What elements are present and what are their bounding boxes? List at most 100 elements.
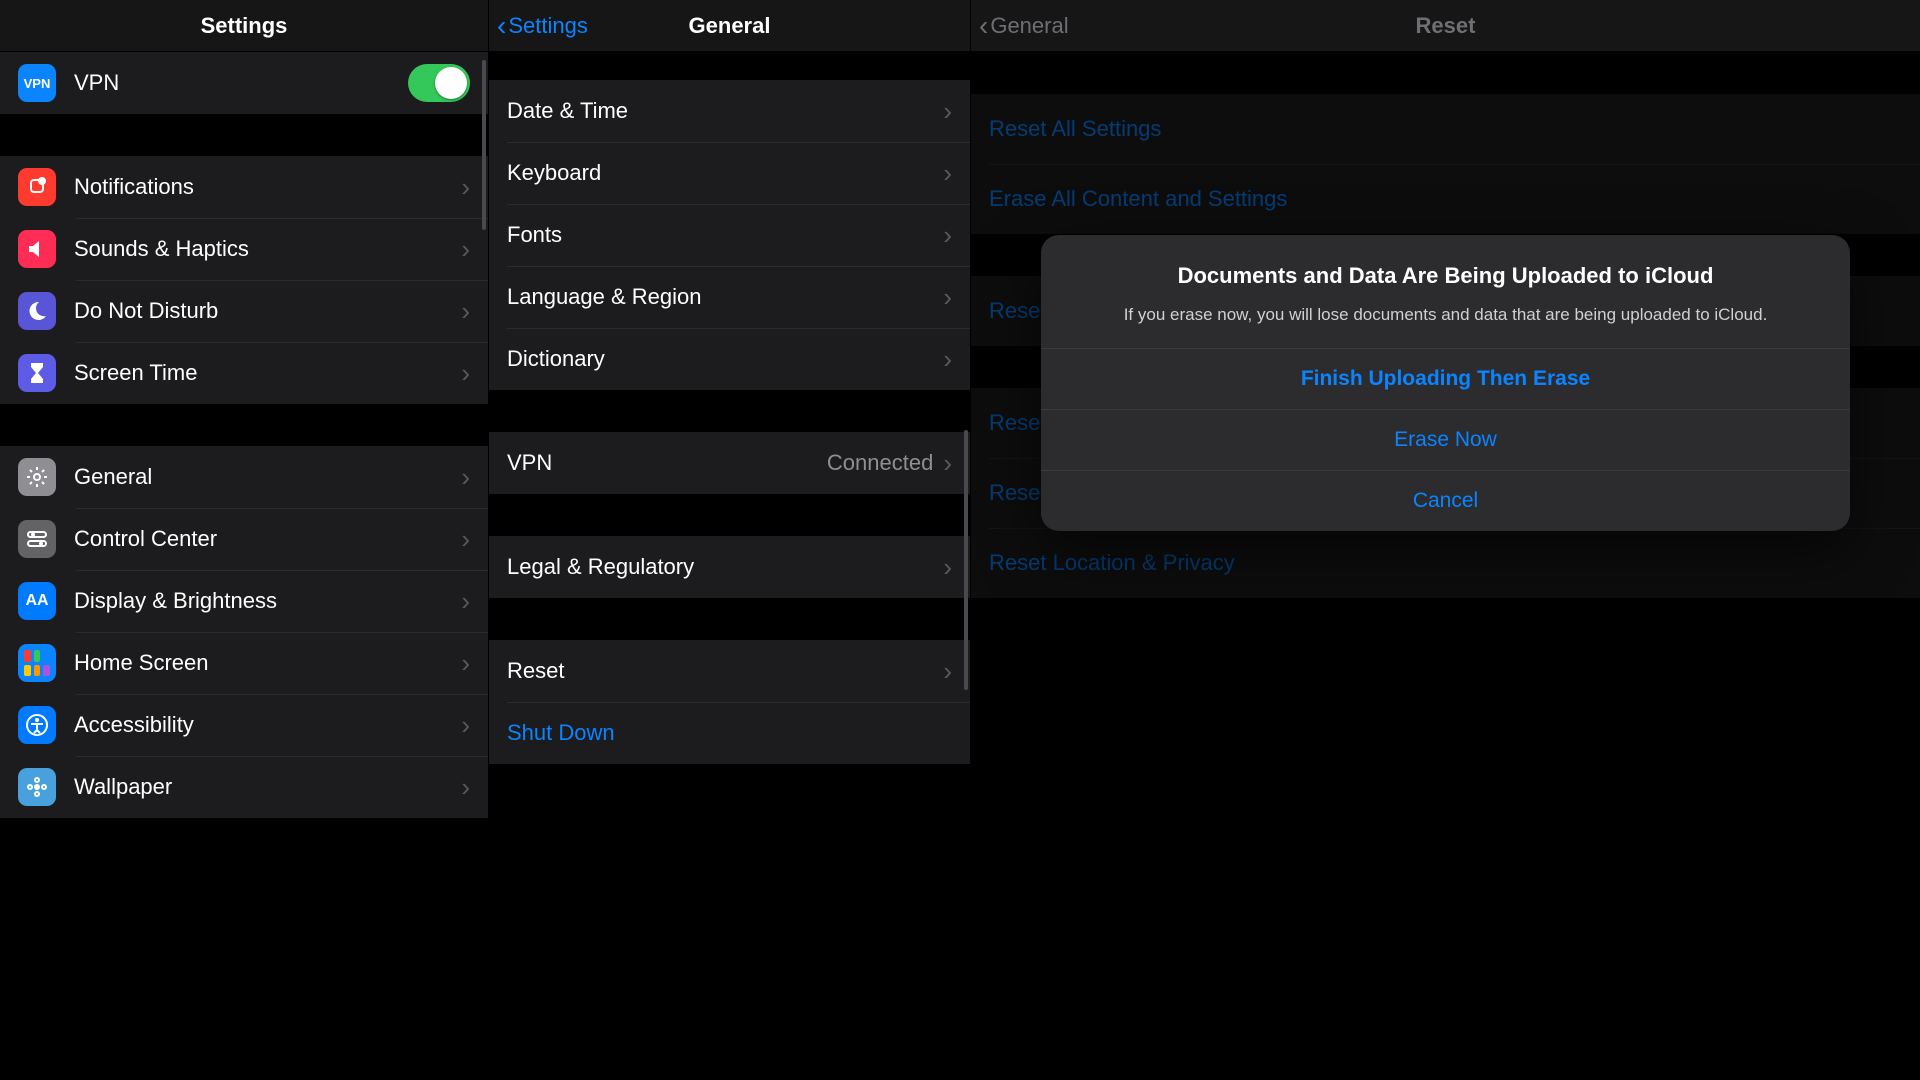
chevron-right-icon: › <box>461 586 470 617</box>
moon-icon <box>18 292 56 330</box>
row-notifications[interactable]: Notifications › <box>0 156 488 218</box>
switches-icon <box>18 520 56 558</box>
row-erase-all: Erase All Content and Settings <box>971 164 1920 234</box>
row-vpn-toggle[interactable]: VPN VPN <box>0 52 488 114</box>
row-label: VPN <box>74 70 408 96</box>
alert-message: If you erase now, you will lose document… <box>1065 303 1826 327</box>
scrollbar[interactable] <box>482 60 486 230</box>
vpn-toggle[interactable] <box>408 64 470 102</box>
chevron-right-icon: › <box>943 344 952 375</box>
group-notifications: Notifications › Sounds & Haptics › Do No… <box>0 156 488 404</box>
person-icon <box>18 706 56 744</box>
chevron-right-icon: › <box>943 656 952 687</box>
erase-now-button[interactable]: Erase Now <box>1041 409 1850 470</box>
row-label: Accessibility <box>74 712 461 738</box>
gear-icon <box>18 458 56 496</box>
row-label: Fonts <box>507 222 943 248</box>
chevron-right-icon: › <box>461 648 470 679</box>
row-label: Shut Down <box>507 720 952 746</box>
cancel-button[interactable]: Cancel <box>1041 470 1850 531</box>
row-reset[interactable]: Reset › <box>489 640 970 702</box>
chevron-left-icon: ‹ <box>979 12 988 40</box>
row-legal[interactable]: Legal & Regulatory › <box>489 536 970 598</box>
row-label: Dictionary <box>507 346 943 372</box>
group-general: General › Control Center › AA Display & … <box>0 446 488 818</box>
row-label: Keyboard <box>507 160 943 186</box>
row-dictionary[interactable]: Dictionary › <box>489 328 970 390</box>
row-label: Home Screen <box>74 650 461 676</box>
row-vpn-status[interactable]: VPN Connected › <box>489 432 970 494</box>
row-label: Sounds & Haptics <box>74 236 461 262</box>
navbar-reset: ‹ General Reset <box>971 0 1920 52</box>
chevron-right-icon: › <box>461 462 470 493</box>
back-label: Settings <box>508 13 588 39</box>
chevron-right-icon: › <box>461 772 470 803</box>
chevron-right-icon: › <box>943 552 952 583</box>
alert-header: Documents and Data Are Being Uploaded to… <box>1041 235 1850 348</box>
row-home-screen[interactable]: Home Screen › <box>0 632 488 694</box>
row-fonts[interactable]: Fonts › <box>489 204 970 266</box>
row-dnd[interactable]: Do Not Disturb › <box>0 280 488 342</box>
row-keyboard[interactable]: Keyboard › <box>489 142 970 204</box>
row-label: VPN <box>507 450 827 476</box>
row-screen-time[interactable]: Screen Time › <box>0 342 488 404</box>
group-datetime: Date & Time › Keyboard › Fonts › Languag… <box>489 80 970 390</box>
chevron-right-icon: › <box>461 172 470 203</box>
chevron-right-icon: › <box>943 96 952 127</box>
row-reset-all-settings: Reset All Settings <box>971 94 1920 164</box>
home-grid-icon <box>18 644 56 682</box>
row-label: Screen Time <box>74 360 461 386</box>
icloud-upload-alert: Documents and Data Are Being Uploaded to… <box>1041 235 1850 531</box>
back-label: General <box>990 13 1068 39</box>
chevron-right-icon: › <box>461 358 470 389</box>
group-vpn: VPN VPN <box>0 52 488 114</box>
finish-uploading-button[interactable]: Finish Uploading Then Erase <box>1041 348 1850 409</box>
back-button: ‹ General <box>979 0 1069 51</box>
row-display[interactable]: AA Display & Brightness › <box>0 570 488 632</box>
row-label: Wallpaper <box>74 774 461 800</box>
row-wallpaper[interactable]: Wallpaper › <box>0 756 488 818</box>
row-label: Date & Time <box>507 98 943 124</box>
speaker-icon <box>18 230 56 268</box>
row-label: Reset All Settings <box>989 116 1902 142</box>
page-title: Reset <box>1416 13 1476 39</box>
row-reset-location-privacy: Reset Location & Privacy <box>971 528 1920 598</box>
row-accessibility[interactable]: Accessibility › <box>0 694 488 756</box>
row-label: Legal & Regulatory <box>507 554 943 580</box>
row-label: Reset Location & Privacy <box>989 550 1902 576</box>
scrollbar[interactable] <box>964 430 968 690</box>
navbar-general: ‹ Settings General <box>489 0 970 52</box>
group-legal: Legal & Regulatory › <box>489 536 970 598</box>
row-general[interactable]: General › <box>0 446 488 508</box>
reset-screen: ‹ General Reset Reset All Settings Erase… <box>970 0 1920 1080</box>
row-label: Erase All Content and Settings <box>989 186 1902 212</box>
row-value: Connected <box>827 450 933 476</box>
chevron-right-icon: › <box>461 710 470 741</box>
vpn-icon: VPN <box>18 64 56 102</box>
row-label: Control Center <box>74 526 461 552</box>
row-sounds[interactable]: Sounds & Haptics › <box>0 218 488 280</box>
page-title: Settings <box>201 13 288 39</box>
chevron-right-icon: › <box>461 234 470 265</box>
group-vpn-status: VPN Connected › <box>489 432 970 494</box>
page-title: General <box>689 13 771 39</box>
row-date-time[interactable]: Date & Time › <box>489 80 970 142</box>
chevron-right-icon: › <box>943 448 952 479</box>
row-shut-down[interactable]: Shut Down <box>489 702 970 764</box>
navbar-settings: Settings <box>0 0 488 52</box>
chevron-right-icon: › <box>943 282 952 313</box>
chevron-right-icon: › <box>461 296 470 327</box>
alert-title: Documents and Data Are Being Uploaded to… <box>1065 261 1826 291</box>
general-screen: ‹ Settings General Date & Time › Keyboar… <box>488 0 970 1080</box>
settings-screen: Settings VPN VPN Notifications › <box>0 0 488 1080</box>
hourglass-icon <box>18 354 56 392</box>
row-label: Notifications <box>74 174 461 200</box>
back-button[interactable]: ‹ Settings <box>497 0 588 51</box>
row-label: Reset <box>507 658 943 684</box>
chevron-left-icon: ‹ <box>497 12 506 40</box>
flower-icon <box>18 768 56 806</box>
row-label: Language & Region <box>507 284 943 310</box>
chevron-right-icon: › <box>461 524 470 555</box>
row-language-region[interactable]: Language & Region › <box>489 266 970 328</box>
row-control-center[interactable]: Control Center › <box>0 508 488 570</box>
